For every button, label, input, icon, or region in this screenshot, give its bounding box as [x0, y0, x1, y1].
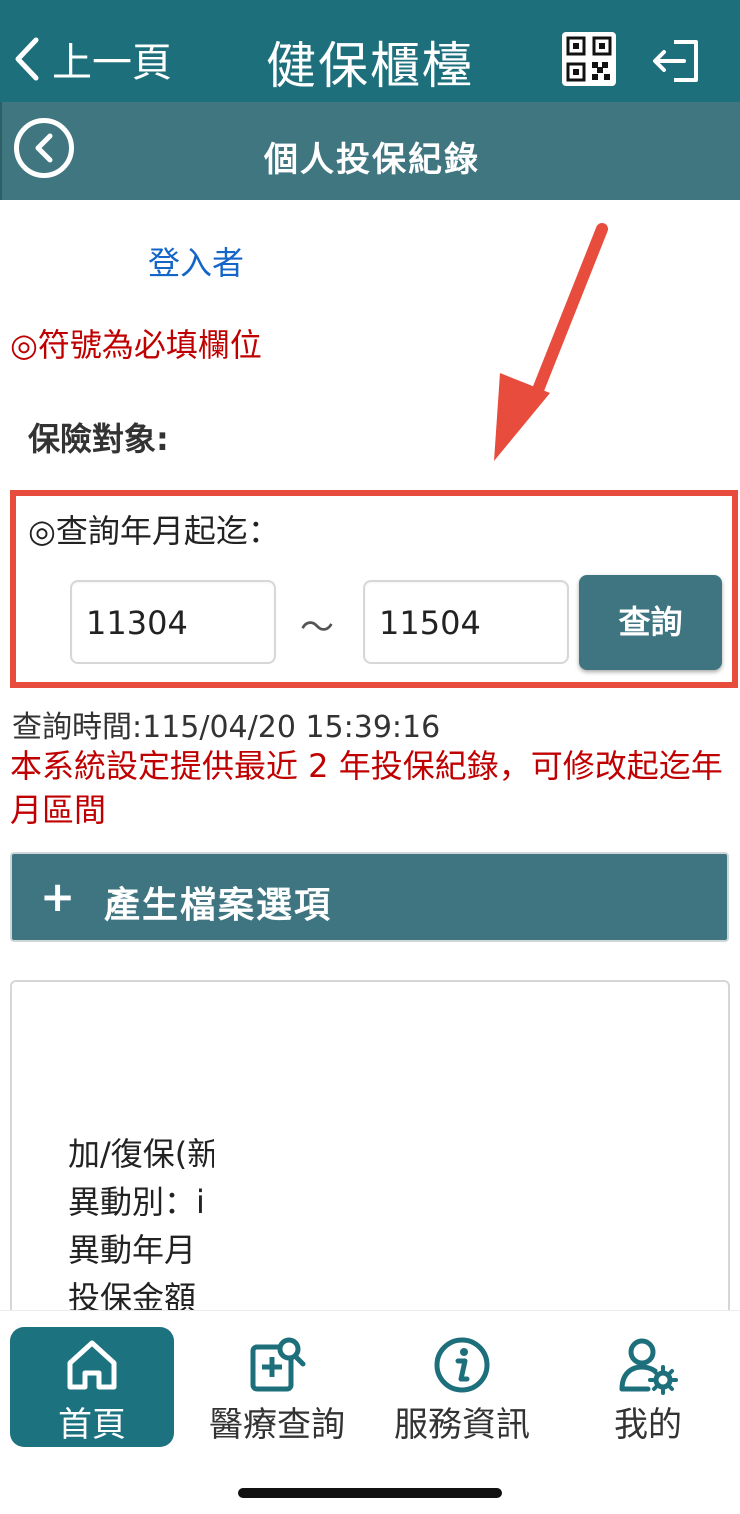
record-line: 異動年月 [68, 1231, 197, 1269]
record-line: 異動別：i [68, 1183, 205, 1221]
nav-home[interactable]: 首頁 [10, 1327, 174, 1447]
plus-icon: + [40, 872, 76, 921]
info-icon [434, 1337, 490, 1393]
page: 上一頁 健保櫃檯 個人投保紀錄 登入者 ◎符號為必填欄位 保險對象: ◎查詢年月… [0, 0, 740, 1514]
end-month-input[interactable]: 11504 [363, 580, 569, 664]
app-title: 健保櫃檯 [266, 37, 474, 95]
date-range-label: ◎查詢年月起迄： [28, 512, 280, 550]
qr-code-button[interactable] [562, 32, 616, 86]
record-line: 加/復保(新 [68, 1135, 214, 1173]
logout-icon[interactable] [652, 38, 702, 84]
home-icon [67, 1340, 117, 1390]
query-time: 查詢時間:115/04/20 15:39:16 [12, 710, 441, 745]
bottom-nav: 首頁 醫療查詢 服務資訊 我的 [0, 1310, 740, 1514]
start-month-input[interactable]: 11304 [70, 580, 276, 664]
nav-label: 醫療查詢 [209, 1405, 345, 1445]
nav-label: 首頁 [58, 1405, 126, 1445]
nav-label: 服務資訊 [394, 1405, 530, 1445]
medical-search-icon [250, 1337, 306, 1392]
record-content: 加/復保(新 異動別：i 異動年月 投保金額 [68, 1130, 214, 1322]
qr-code-icon [566, 36, 612, 82]
required-note: ◎符號為必填欄位 [10, 326, 262, 364]
nav-my[interactable]: 我的 [566, 1327, 730, 1447]
query-button[interactable]: 查詢 [579, 575, 722, 670]
annotation-arrow [494, 223, 608, 461]
generate-file-label: 產生檔案選項 [104, 885, 333, 926]
user-settings-icon [619, 1338, 678, 1395]
insured-person-label: 保險對象: [28, 420, 169, 458]
home-indicator [238, 1488, 502, 1498]
generate-file-options[interactable]: + 產生檔案選項 [10, 852, 729, 942]
nav-medical-search[interactable]: 醫療查詢 [195, 1327, 359, 1447]
notice-text: 本系統設定提供最近 2 年投保紀錄，可修改起迄年月區間 [10, 747, 723, 829]
top-bar: 上一頁 健保櫃檯 [0, 0, 740, 102]
nav-service-info[interactable]: 服務資訊 [380, 1327, 544, 1447]
sub-header: 個人投保紀錄 [0, 102, 740, 200]
page-title: 個人投保紀錄 [264, 140, 480, 180]
login-user-label: 登入者 [148, 244, 245, 282]
nav-label: 我的 [614, 1405, 682, 1445]
range-separator: ～ [300, 608, 334, 648]
